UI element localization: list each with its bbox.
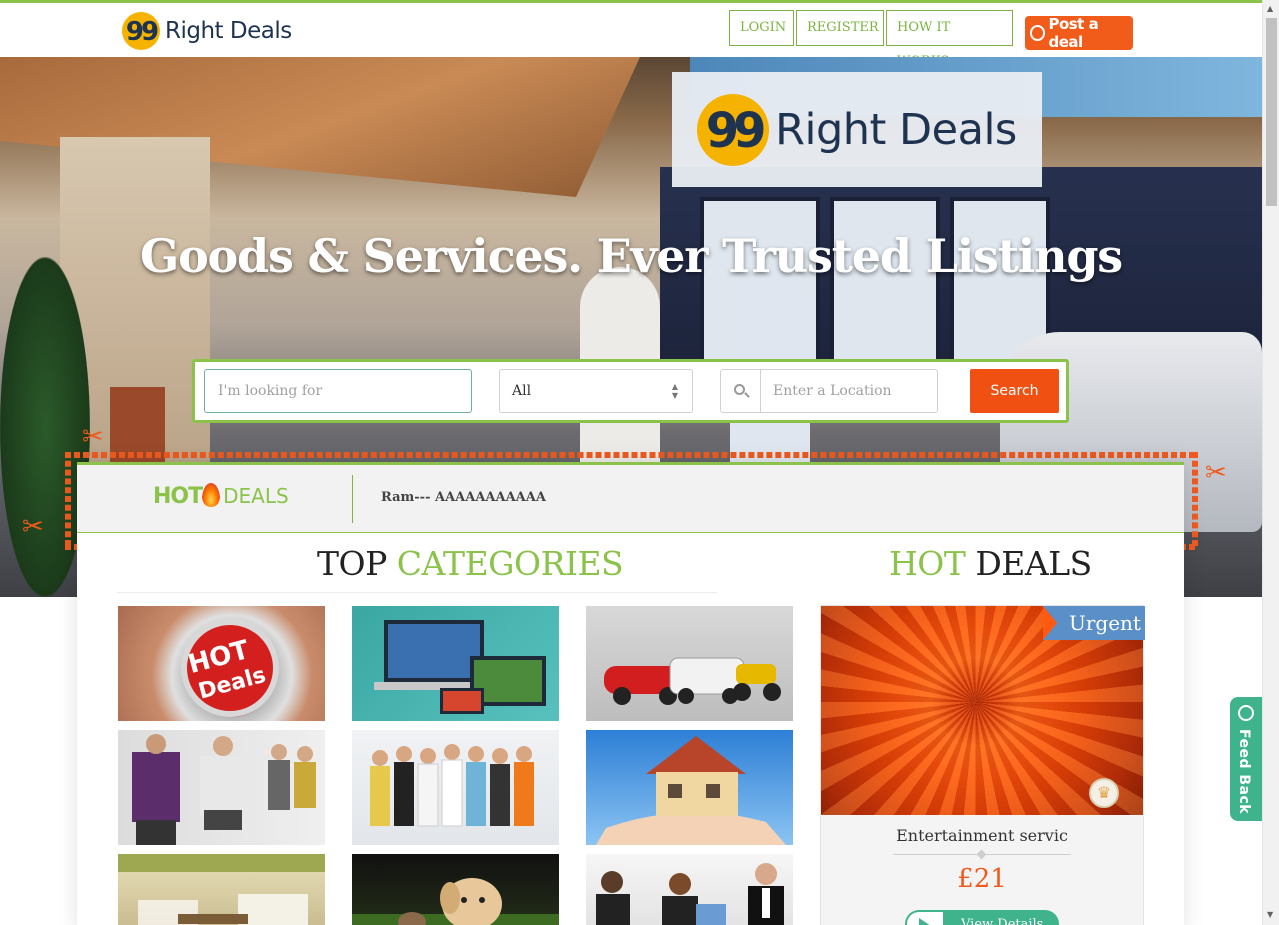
view-details-button[interactable]: View Details [905,910,1059,925]
hot-deals-title-green: HOT [889,544,966,583]
pets-icon [352,878,559,925]
scroll-up-icon[interactable]: ▲ [1267,4,1273,13]
flame-icon [202,483,221,507]
jobs-services-icon [370,744,534,827]
category-real-estate[interactable] [586,730,793,845]
logo-quote-icon: 99 [122,12,160,50]
category-business[interactable] [586,854,793,925]
category-pets[interactable] [352,854,559,925]
login-button[interactable]: LOGIN [729,10,794,46]
vehicles-icon [604,657,781,705]
home-kitchen-icon [118,854,325,925]
hot-deals-logo-hot: HOT [153,484,203,509]
view-details-label: View Details [961,917,1044,925]
coupon-border [65,452,1195,458]
main-panel: HOT DEALS Ram--- AAAAAAAAAAA TOP CATEGORI… [77,462,1184,925]
hot-deal-card[interactable]: Urgent ♛ Entertainment servic £21 View D… [820,605,1145,925]
category-hot-deals[interactable]: HOT Deals [118,606,325,721]
hero-headline: Goods & Services. Ever Trusted Listings [139,229,1123,283]
location-input[interactable] [762,370,937,412]
category-jobs[interactable] [352,730,559,845]
banner-logo: 99 Right Deals [672,72,1042,187]
hot-deals-stopwatch-icon: HOTDeals [181,619,279,717]
page-scrollbar[interactable]: ▲ ▼ [1262,0,1279,925]
banner-logo-text: Right Deals [775,104,1017,155]
top-categories-title-dark: TOP [317,544,387,583]
category-vehicles[interactable] [586,606,793,721]
business-meeting-icon [596,863,784,925]
fashion-icon [132,734,316,845]
scissors-icon: ✂ [82,422,104,452]
search-bar: All ▲▼ Search [192,359,1069,423]
select-arrows-icon: ▲ ▼ [671,382,678,400]
post-deal-label: Post a deal [1048,15,1099,51]
ticker-divider [352,475,353,523]
post-deal-button[interactable]: Post a deal [1025,15,1133,51]
deal-price: £21 [957,864,1007,894]
top-categories-title: TOP CATEGORIES [317,544,624,583]
category-home[interactable] [118,854,325,925]
search-icon [721,370,761,412]
scroll-down-icon[interactable]: ▼ [1267,910,1273,919]
top-header: 99 Right Deals LOGIN REGISTER HOW IT WOR… [0,0,1262,69]
search-button[interactable]: Search [970,369,1059,413]
ticker-text[interactable]: Ram--- AAAAAAAAAAA [381,490,546,505]
category-select[interactable]: All ▲ ▼ [499,369,693,413]
hot-deals-title: HOT DEALS [889,544,1092,583]
hot-deals-logo: HOT DEALS [153,483,289,509]
feedback-arrow-icon [1238,705,1254,721]
arrow-right-icon [907,912,943,925]
scissors-icon: ✂ [1205,458,1227,488]
crown-icon: ♛ [1089,778,1119,808]
category-electronics[interactable] [352,606,559,721]
site-logo[interactable]: 99 Right Deals [122,12,292,50]
hot-deals-logo-deals: DEALS [223,484,289,508]
coupon-border [1192,452,1198,546]
hot-deals-title-dark: DEALS [975,544,1092,583]
category-select-value: All [512,383,532,399]
deal-title[interactable]: Entertainment servic [821,826,1143,845]
keyword-search-input[interactable] [204,369,472,413]
top-categories-title-green: CATEGORIES [396,544,624,583]
banner-logo-quote-icon: 99 [697,93,770,166]
post-deal-icon [1030,25,1046,41]
nav-bar: LOGIN REGISTER HOW IT WORKS [729,10,1015,69]
title-divider [117,592,717,593]
coupon-border [65,452,71,546]
urgent-badge: Urgent [1043,606,1145,640]
real-estate-icon [596,736,786,845]
register-button[interactable]: REGISTER [796,10,884,46]
electronics-devices-icon [374,620,546,714]
logo-text: Right Deals [165,18,292,44]
deal-divider-diamond [976,849,987,860]
scissors-icon: ✂ [22,512,44,542]
feedback-label: Feed Back [1236,729,1252,815]
scrollbar-thumb[interactable] [1266,18,1277,206]
hot-deals-ticker: HOT DEALS Ram--- AAAAAAAAAAA [77,462,1184,533]
how-it-works-button[interactable]: HOW IT WORKS [886,10,1013,69]
category-fashion[interactable] [118,730,325,845]
location-field[interactable] [720,369,938,413]
feedback-tab[interactable]: Feed Back [1230,697,1262,821]
